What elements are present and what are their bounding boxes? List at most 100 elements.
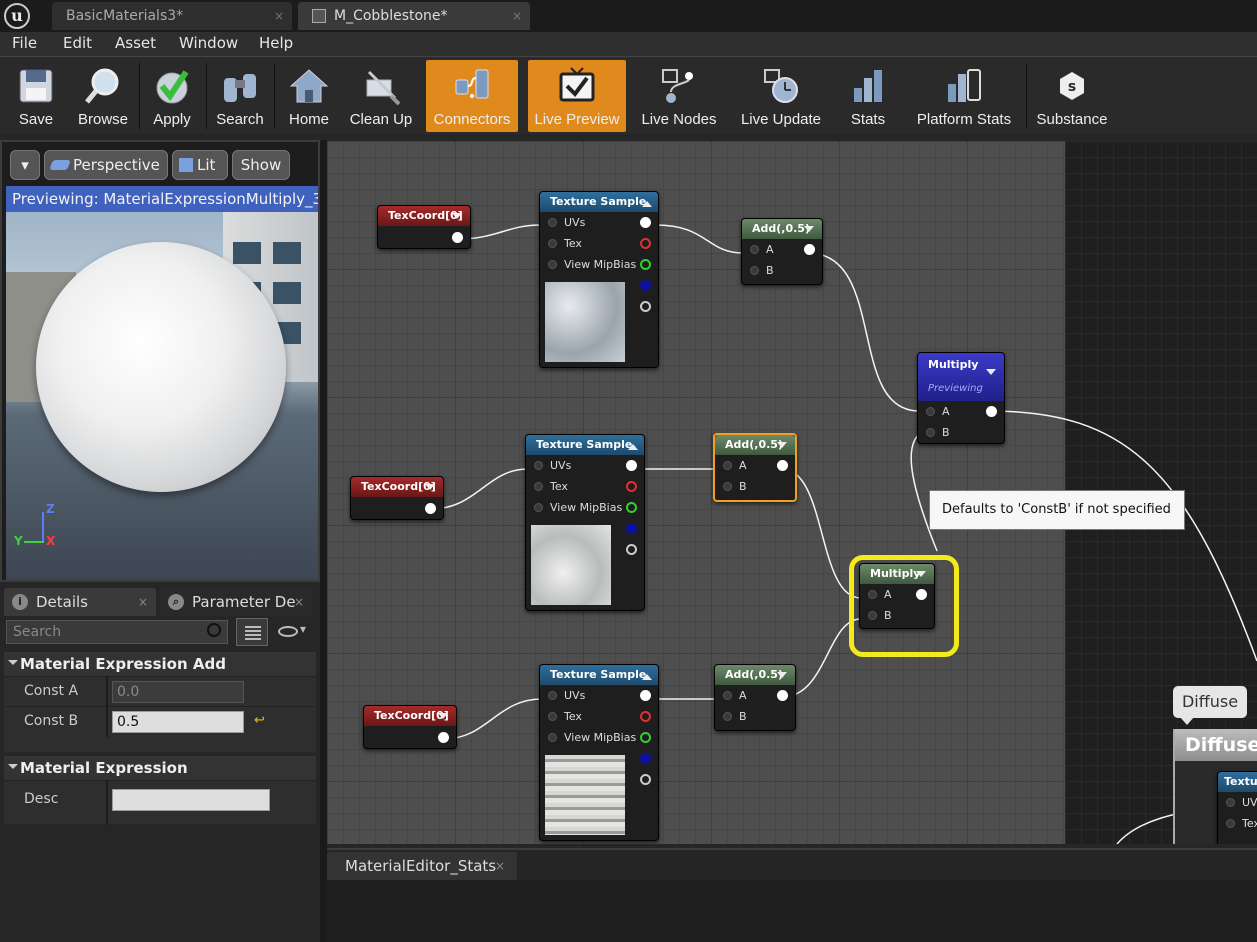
platform-stats-button[interactable]: Platform Stats	[908, 60, 1020, 132]
material-graph-canvas[interactable]: TexCoord[0] TexCoord[0] TexCoord[0] Text…	[327, 141, 1257, 844]
browse-button[interactable]: Browse	[72, 60, 134, 132]
viewport-options-button[interactable]: ▾	[10, 150, 40, 180]
reset-to-default-icon[interactable]: ↩	[254, 713, 265, 728]
menu-asset[interactable]: Asset	[115, 34, 156, 52]
live-update-button[interactable]: Live Update	[734, 60, 828, 132]
desc-field[interactable]	[112, 789, 270, 811]
tv-check-icon	[559, 67, 595, 102]
texcoord-node[interactable]: TexCoord[0]	[377, 205, 471, 249]
output-pin[interactable]	[425, 503, 436, 514]
add-node[interactable]: Add(,0.5) A B	[714, 664, 796, 731]
eye-icon[interactable]	[278, 626, 298, 637]
column-splitter[interactable]	[106, 707, 108, 737]
live-preview-button[interactable]: Live Preview	[528, 60, 626, 132]
texture-sample-node-partial[interactable]: Textur UVs Tex	[1217, 771, 1257, 844]
toolbar: Save Browse Apply Search Home Clean Up C…	[0, 56, 1257, 134]
texture-sample-node[interactable]: Texture Sample UVs Tex View MipBias	[539, 664, 659, 841]
texture-sample-node[interactable]: Texture Sample UVs Tex View MipBias	[539, 191, 659, 368]
diffuse-comment-box[interactable]: Diffuse Textur UVs Tex	[1173, 729, 1257, 844]
preview-sphere	[36, 242, 286, 492]
panel-splitter[interactable]	[320, 140, 327, 942]
lit-button[interactable]: Lit	[172, 150, 228, 180]
title-bar: u BasicMaterials3* × M_Cobblestone* ×	[0, 0, 1257, 32]
stats-button[interactable]: Stats	[838, 60, 898, 132]
multiply-node-previewing[interactable]: Multiply Previewing A B	[917, 352, 1005, 444]
output-pin-g	[640, 732, 651, 743]
material-icon	[312, 9, 326, 23]
search-icon: ⌕	[168, 594, 184, 610]
axis-lines	[42, 512, 44, 542]
collapse-arrow-icon	[452, 213, 462, 224]
previewing-label: Previewing: MaterialExpressionMultiply_3	[6, 186, 318, 212]
output-pin	[640, 217, 651, 228]
close-icon[interactable]: ×	[294, 588, 304, 616]
perspective-button[interactable]: Perspective	[44, 150, 168, 180]
output-pin-g	[626, 502, 637, 513]
save-icon	[19, 69, 53, 103]
details-search-input[interactable]: Search	[6, 620, 228, 644]
search-button[interactable]: Search	[212, 60, 268, 132]
stats-body	[327, 880, 1257, 942]
texture-sample-node[interactable]: Texture Sample UVs Tex View MipBias	[525, 434, 645, 611]
substance-button[interactable]: s Substance	[1032, 60, 1112, 132]
output-pin-b	[640, 280, 651, 291]
collapse-arrow-icon	[642, 196, 652, 207]
platform-stats-icon	[948, 69, 981, 102]
toolbar-separator	[206, 63, 207, 129]
close-icon[interactable]: ×	[495, 852, 505, 880]
texcoord-node[interactable]: TexCoord[0]	[350, 476, 444, 520]
output-pin[interactable]	[452, 232, 463, 243]
texture-thumbnail	[545, 755, 625, 835]
add-node-selected[interactable]: Add(,0.5) A B	[713, 433, 797, 502]
collapse-arrow-icon	[777, 442, 787, 453]
menu-window[interactable]: Window	[179, 34, 238, 52]
preview-viewport[interactable]: ▾ Perspective Lit Show Z Y X Previewing:…	[0, 140, 320, 582]
add-node[interactable]: Add(,0.5) A B	[741, 218, 823, 285]
collapse-arrow-icon	[642, 669, 652, 680]
tab-material-editor-stats[interactable]: MaterialEditor_Stats ×	[327, 852, 517, 880]
home-button[interactable]: Home	[282, 60, 336, 132]
menu-edit[interactable]: Edit	[63, 34, 92, 52]
collapse-arrow-icon	[986, 369, 996, 380]
tab-m-cobblestone[interactable]: M_Cobblestone* ×	[298, 2, 530, 30]
tab-parameter-defaults[interactable]: ⌕ Parameter De ×	[160, 588, 312, 616]
toolbar-separator	[139, 63, 140, 129]
tab-label: M_Cobblestone*	[334, 8, 448, 24]
tab-details[interactable]: i Details ×	[4, 588, 156, 616]
section-header[interactable]: Material Expression Add	[4, 652, 316, 676]
node-title: Add(,0.5)	[715, 435, 795, 455]
live-nodes-button[interactable]: Live Nodes	[636, 60, 722, 132]
output-pin[interactable]	[438, 732, 449, 743]
const-b-field[interactable]: 0.5	[112, 711, 244, 733]
close-icon[interactable]: ×	[512, 2, 522, 30]
node-title: Multiply Previewing	[918, 353, 1004, 401]
info-icon: i	[12, 594, 28, 610]
section-header[interactable]: Material Expression	[4, 756, 316, 780]
menu-help[interactable]: Help	[259, 34, 293, 52]
close-icon[interactable]: ×	[138, 588, 148, 616]
toolbar-separator	[1026, 63, 1027, 129]
tab-basicmaterials3[interactable]: BasicMaterials3* ×	[52, 2, 292, 30]
output-pin	[804, 244, 815, 255]
menu-file[interactable]: File	[12, 34, 37, 52]
live-nodes-icon	[662, 69, 693, 103]
close-icon[interactable]: ×	[274, 2, 284, 30]
checkmark-icon	[156, 70, 189, 104]
texcoord-node[interactable]: TexCoord[0]	[363, 705, 457, 749]
output-pin-b	[640, 753, 651, 764]
unreal-logo-icon[interactable]: u	[4, 3, 30, 29]
column-splitter[interactable]	[106, 781, 108, 825]
chevron-down-icon[interactable]: ▾	[300, 622, 306, 636]
clean-up-button[interactable]: Clean Up	[344, 60, 418, 132]
preview-scene[interactable]: Z Y X	[6, 212, 318, 580]
diffuse-comment-bubble[interactable]: Diffuse	[1173, 686, 1247, 718]
broom-icon	[366, 70, 401, 106]
apply-button[interactable]: Apply	[145, 60, 199, 132]
collapse-arrow-icon	[628, 439, 638, 450]
show-button[interactable]: Show	[232, 150, 290, 180]
view-options-grid-icon[interactable]	[236, 618, 268, 646]
connectors-button[interactable]: Connectors	[426, 60, 518, 132]
const-a-field[interactable]: 0.0	[112, 681, 244, 703]
column-splitter[interactable]	[106, 677, 108, 707]
save-button[interactable]: Save	[8, 60, 64, 132]
